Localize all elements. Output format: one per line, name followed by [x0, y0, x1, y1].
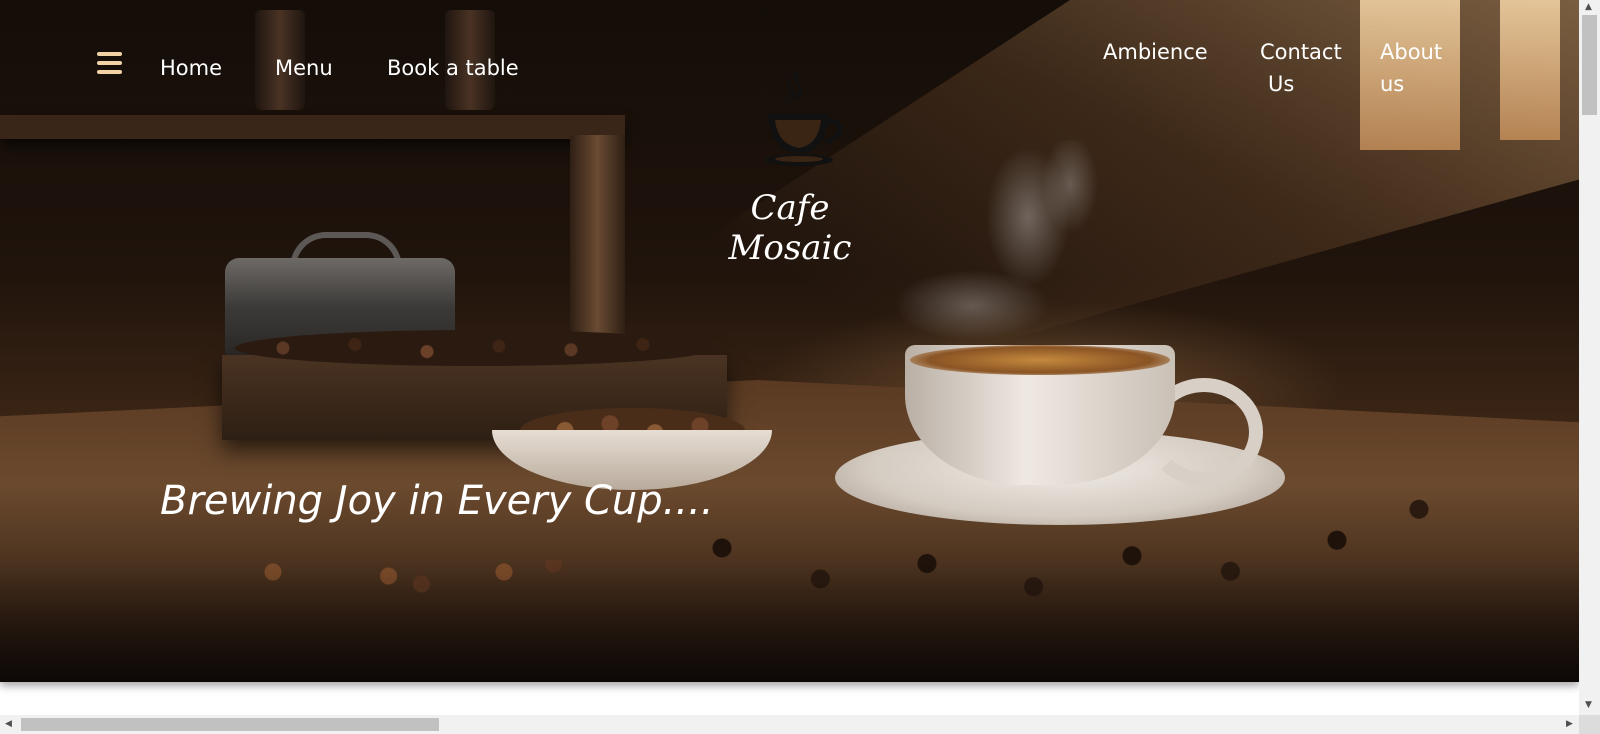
- vertical-scroll-thumb[interactable]: [1582, 15, 1597, 115]
- horizontal-scroll-thumb[interactable]: [21, 718, 439, 731]
- scrollbar-corner: [1579, 715, 1600, 734]
- nav-link-contact-us[interactable]: Contact Us: [1260, 36, 1350, 100]
- scroll-right-arrow-icon[interactable]: ▶: [1566, 719, 1573, 729]
- shelf-post: [570, 135, 625, 345]
- horizontal-scrollbar[interactable]: ◀ ▶: [0, 715, 1579, 734]
- hamburger-menu-icon[interactable]: [97, 52, 122, 76]
- coffee-cup-logo-icon: [765, 70, 843, 166]
- scroll-left-arrow-icon[interactable]: ◀: [5, 719, 12, 729]
- nav-link-about-line2: us: [1380, 72, 1405, 96]
- hero-tagline: Brewing Joy in Every Cup....: [160, 478, 714, 524]
- nav-link-about-line1: About: [1380, 40, 1443, 64]
- scroll-down-arrow-icon[interactable]: ▼: [1585, 700, 1592, 710]
- window-right: [1500, 0, 1560, 140]
- brand-name: Cafe Mosaic: [728, 188, 852, 268]
- scroll-up-arrow-icon[interactable]: ▲: [1585, 2, 1592, 12]
- nav-link-book-a-table[interactable]: Book a table: [387, 52, 519, 84]
- wooden-shelf: [0, 115, 625, 139]
- nav-link-home[interactable]: Home: [160, 52, 222, 84]
- steam: [860, 140, 1140, 360]
- nav-link-ambience-label: Ambience: [1103, 40, 1208, 64]
- nav-link-contact-line2: Us: [1268, 72, 1295, 96]
- table-shadow: [0, 560, 1579, 682]
- crate-beans: [235, 330, 715, 366]
- nav-link-ambience[interactable]: Ambience: [1103, 36, 1208, 68]
- nav-link-menu[interactable]: Menu: [275, 52, 333, 84]
- nav-link-about-us[interactable]: About us: [1380, 36, 1460, 100]
- vertical-scrollbar[interactable]: ▲ ▼: [1579, 0, 1600, 715]
- nav-link-contact-line1: Contact: [1260, 40, 1342, 64]
